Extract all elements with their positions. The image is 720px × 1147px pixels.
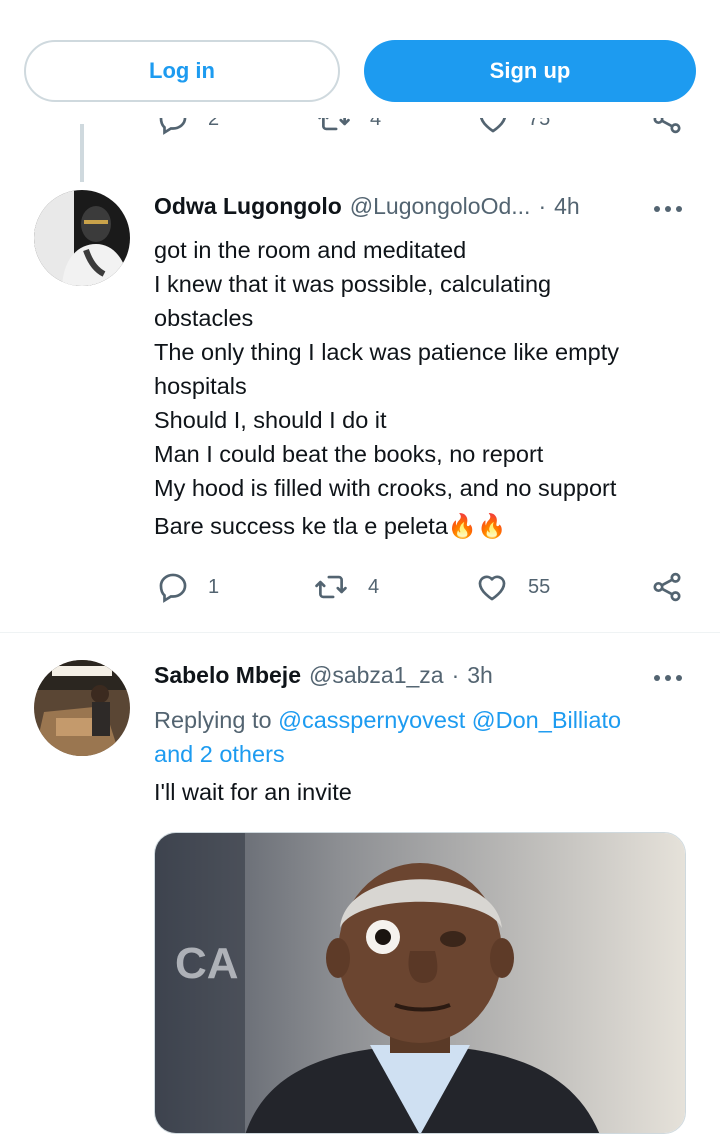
- retweet-action[interactable]: 4: [312, 570, 379, 604]
- reply-action[interactable]: 1: [156, 570, 219, 604]
- more-icon: [654, 206, 682, 212]
- handle[interactable]: @sabza1_za: [309, 662, 444, 689]
- tweet-line: got in the room and meditated: [154, 237, 467, 263]
- tweet-line: hospitals: [154, 373, 247, 399]
- share-icon: [653, 572, 681, 602]
- reply-icon: [159, 573, 187, 603]
- heart-icon: [478, 575, 506, 601]
- tweet-divider: [0, 632, 720, 633]
- replying-to: Replying to @casspernyovest @Don_Billiat…: [154, 703, 694, 771]
- tweet-header: Odwa Lugongolo @LugongoloOd... · 4h: [154, 193, 580, 220]
- timestamp[interactable]: 3h: [467, 662, 493, 689]
- tweet-line: Should I, should I do it: [154, 407, 387, 433]
- separator-dot: ·: [451, 662, 460, 688]
- avatar[interactable]: [34, 190, 130, 286]
- display-name[interactable]: Sabelo Mbeje: [154, 662, 301, 689]
- login-button[interactable]: Log in: [24, 40, 340, 102]
- tweet-line: My hood is filled with crooks, and no su…: [154, 475, 617, 501]
- tweet-line: I knew that it was possible, calculating: [154, 271, 552, 297]
- tweet-line: Man I could beat the books, no report: [154, 441, 544, 467]
- media-photo: CA: [155, 833, 685, 1133]
- avatar-photo: [34, 190, 130, 286]
- signup-button[interactable]: Sign up: [364, 40, 696, 102]
- mention-link[interactable]: @casspernyovest: [278, 707, 465, 733]
- tweet-media-image[interactable]: CA: [154, 832, 686, 1134]
- like-count: 55: [528, 575, 551, 598]
- avatar[interactable]: [34, 660, 130, 756]
- like-action[interactable]: 55: [474, 570, 550, 604]
- others-link[interactable]: and 2 others: [154, 737, 694, 771]
- timestamp[interactable]: 4h: [554, 193, 580, 220]
- replying-prefix: Replying to: [154, 707, 272, 733]
- more-options-button[interactable]: [652, 663, 684, 698]
- auth-bar: Log in Sign up: [0, 0, 720, 118]
- more-icon: [654, 675, 682, 681]
- reply-count: 1: [208, 575, 220, 598]
- more-options-button[interactable]: [652, 194, 684, 229]
- thread-connector-line: [80, 124, 84, 182]
- tweet-header: Sabelo Mbeje @sabza1_za · 3h: [154, 662, 493, 689]
- tweet-line: I'll wait for an invite: [154, 779, 352, 805]
- separator-dot: ·: [538, 193, 547, 219]
- media-background-text: CA: [175, 939, 239, 988]
- display-name[interactable]: Odwa Lugongolo: [154, 193, 342, 220]
- tweet-line: Bare success ke tla e peleta🔥🔥: [154, 513, 507, 539]
- share-action[interactable]: [650, 570, 684, 604]
- tweet-text: got in the room and meditated I knew tha…: [154, 233, 694, 543]
- retweet-count: 4: [368, 575, 380, 598]
- tweet-line: obstacles: [154, 305, 254, 331]
- handle[interactable]: @LugongoloOd...: [350, 193, 531, 220]
- tweet-text: I'll wait for an invite: [154, 775, 694, 809]
- retweet-icon: [315, 575, 347, 599]
- mention-link[interactable]: @Don_Billiato: [472, 707, 621, 733]
- tweet-line: The only thing I lack was patience like …: [154, 339, 620, 365]
- avatar-photo: [34, 660, 130, 756]
